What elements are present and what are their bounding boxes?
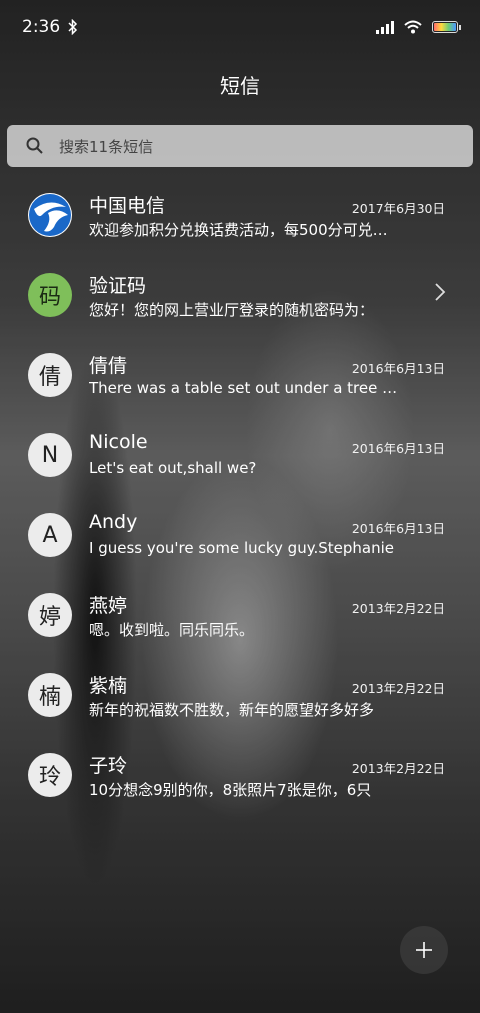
avatar: A [28, 513, 72, 557]
conversation-row[interactable]: 中国电信 2017年6月30日 欢迎参加积分兑换话费活动，每500分可兑换话费活… [0, 176, 480, 256]
conversation-name: 子玲 [89, 755, 128, 777]
page-title: 短信 [220, 74, 260, 98]
plus-icon [416, 942, 432, 958]
status-left: 2:36 [22, 17, 78, 37]
conversation-name: 验证码 [89, 275, 147, 297]
conversation-row[interactable]: 玲 子玲 2013年2月22日 10分想念9别的你，8张照片7张是你，6只 [0, 736, 480, 816]
conversation-date: 2013年2月22日 [351, 681, 445, 696]
chevron-right-icon [435, 283, 446, 301]
conversation-preview: 欢迎参加积分兑换话费活动，每500分可兑换话费活动 [89, 221, 399, 239]
conversation-date: 2016年6月13日 [351, 441, 445, 456]
search-placeholder: 搜索11条短信 [59, 137, 154, 156]
conversation-preview: 您好！您的网上营业厅登录的随机密码为： [89, 301, 375, 319]
battery-icon [432, 21, 461, 33]
conversation-name: 燕婷 [89, 595, 128, 617]
avatar: 码 [28, 273, 72, 317]
conversation-date: 2013年2月22日 [351, 761, 445, 776]
status-bar: 2:36 [0, 0, 480, 54]
conversation-row[interactable]: 楠 紫楠 2013年2月22日 新年的祝福数不胜数，新年的愿望好多好多 [0, 656, 480, 736]
status-time: 2:36 [22, 17, 61, 37]
avatar: 婷 [28, 593, 72, 637]
conversation-preview: Let's eat out,shall we? [89, 459, 257, 477]
conversation-name: 紫楠 [89, 675, 128, 697]
conversation-row[interactable]: 码 验证码 您好！您的网上营业厅登录的随机密码为： [0, 256, 480, 336]
status-right [376, 20, 461, 34]
conversation-row[interactable]: N Nicole 2016年6月13日 Let's eat out,shall … [0, 416, 480, 496]
signal-icon [376, 20, 394, 34]
conversation-row[interactable]: 婷 燕婷 2013年2月22日 嗯。收到啦。同乐同乐。 [0, 576, 480, 656]
conversation-name: Andy [89, 511, 138, 533]
avatar: 玲 [28, 753, 72, 797]
conversation-name: 中国电信 [89, 195, 166, 217]
search-icon [26, 137, 43, 154]
bluetooth-icon [68, 19, 78, 35]
conversation-name: 倩倩 [89, 355, 128, 377]
conversation-list: 中国电信 2017年6月30日 欢迎参加积分兑换话费活动，每500分可兑换话费活… [0, 176, 480, 816]
conversation-name: Nicole [89, 431, 148, 453]
conversation-preview: There was a table set out under a tree i… [89, 379, 399, 397]
conversation-row[interactable]: 倩 倩倩 2016年6月13日 There was a table set ou… [0, 336, 480, 416]
conversation-date: 2013年2月22日 [351, 601, 445, 616]
avatar: N [28, 433, 72, 477]
conversation-preview: I guess you're some lucky guy.Stephanie [89, 539, 394, 557]
search-input[interactable]: 搜索11条短信 [7, 125, 473, 167]
conversation-date: 2016年6月13日 [351, 521, 445, 536]
avatar: 楠 [28, 673, 72, 717]
conversation-preview: 嗯。收到啦。同乐同乐。 [89, 621, 255, 639]
conversation-preview: 10分想念9别的你，8张照片7张是你，6只 [89, 781, 372, 799]
new-message-button[interactable] [400, 926, 448, 974]
china-telecom-logo-icon [28, 193, 72, 237]
conversation-date: 2017年6月30日 [351, 201, 445, 216]
wifi-icon [404, 20, 422, 34]
avatar: 倩 [28, 353, 72, 397]
conversation-preview: 新年的祝福数不胜数，新年的愿望好多好多 [89, 701, 375, 719]
conversation-row[interactable]: A Andy 2016年6月13日 I guess you're some lu… [0, 496, 480, 576]
conversation-date: 2016年6月13日 [351, 361, 445, 376]
